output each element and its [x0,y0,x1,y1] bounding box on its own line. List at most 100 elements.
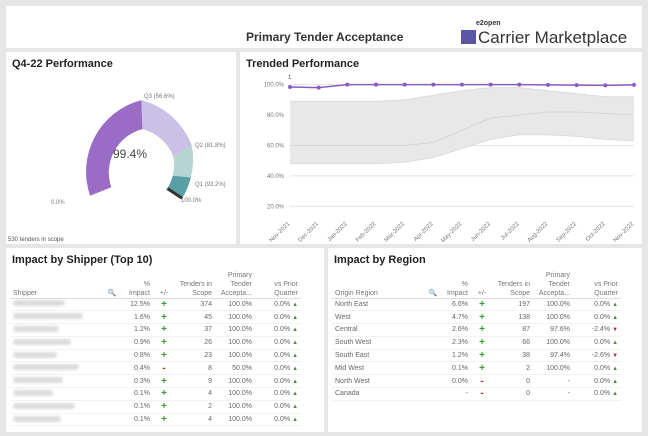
trend-chart[interactable]: 100.0% 80.0% 60.0% 40.0% 20.0% 1 Nov-2021 Dec-2… [240,52,642,244]
shipper-search-icon[interactable]: 🔍 [98,264,126,299]
col-sign[interactable]: +/- [153,264,176,299]
col-tenders[interactable]: Tenders in Scope [493,264,534,299]
y-tick-label: 100.0% [264,83,285,89]
range-band [290,87,634,164]
tenders-value: 37 [175,323,216,337]
sign-indicator: + [471,323,494,337]
table-row[interactable]: Canada - -0-0.0% ▲ [332,387,622,401]
table-row[interactable]: North West 0.0% -0-0.0% ▲ [332,374,622,389]
table-row[interactable]: West 4.7% +138 100.0% 0.0% ▲ [332,310,622,325]
carrier-marketplace-logo-icon [461,30,476,44]
table-row[interactable]: 0.4% -8 50.0% 0.0% ▲ [10,361,302,376]
tenders-value: 66 [493,336,534,350]
vs-prior-value: 0.0% [274,339,291,347]
col-acceptance[interactable]: Primary Tender Accepta... [533,264,574,299]
logo-superscript: e2open [476,20,501,27]
region-table: Origin Region 🔍 % Impact +/- Tenders in Sc… [332,264,622,401]
table-row[interactable]: South West 2.3% +66 100.0% 0.0% ▲ [332,336,622,350]
impact-value: 0.0% [444,374,472,389]
tenders-footnote: 530 tenders in scope [8,237,64,243]
tenders-value: 45 [175,310,216,325]
table-row[interactable]: 12.5% +374 100.0% 0.0% ▲ [10,298,302,312]
table-row[interactable]: 0.1% +4 100.0% 0.0% ▲ [10,387,302,401]
vs-prior-value: 0.0% [274,377,291,385]
performance-gauge[interactable]: 99.4% Q3 (56.6%) Q2 (81.8%) Q1 (93.2%) 0… [6,52,236,244]
impact-value: 2.3% [444,336,472,350]
x-tick-label: Sep-2022 [555,221,578,244]
col-acceptance[interactable]: Primary Tender Accepta... [215,264,256,299]
col-sign[interactable]: +/- [471,264,494,299]
acceptance-value: 100.0% [215,374,256,389]
vs-prior-cell: 0.0% ▲ [255,349,302,363]
trend-panel: Trended Performance 100.0% 80.0% 60.0% 40.0… [240,52,642,244]
acceptance-value: 100.0% [215,349,256,363]
table-row[interactable]: North East 6.6% +197 100.0% 0.0% ▲ [332,298,622,312]
trend-arrow-icon: ▲ [292,404,299,411]
col-impact[interactable]: % Impact [444,264,472,299]
gauge-q3-arc [141,100,192,157]
impact-value: 0.1% [126,387,154,401]
vs-prior-cell: 0.0% ▲ [255,361,302,376]
tenders-value: 0 [493,374,534,389]
table-row[interactable]: 1.6% +45 100.0% 0.0% ▲ [10,310,302,325]
series-point [488,82,493,87]
impact-value: 12.5% [126,298,154,312]
tenders-value: 26 [175,336,216,350]
acceptance-value: 100.0% [215,310,256,325]
y-tick-label: 20.0% [267,204,285,210]
acceptance-value: - [533,387,574,401]
region-search-icon[interactable]: 🔍 [422,264,444,299]
tenders-value: 4 [175,413,216,427]
sign-indicator: + [153,310,176,325]
table-row[interactable]: South East 1.2% +38 97.4% -2.6% ▼ [332,349,622,363]
x-tick-label: Mar-2022 [384,221,407,244]
col-origin-region[interactable]: Origin Region [332,264,422,299]
series-point [460,82,464,87]
trend-arrow-icon: ▲ [612,314,619,321]
table-row[interactable]: Central 2.6% +87 97.6% -2.4% ▼ [332,323,622,337]
series-point [546,82,550,87]
col-vs-prior[interactable]: vs Prior Quarter [573,264,622,299]
vs-prior-value: 0.0% [594,377,611,385]
shipper-name-redacted [10,323,126,337]
gauge-center-value: 99.4% [113,147,147,161]
table-row[interactable]: Mid West 0.1% +2 100.0% 0.0% ▲ [332,361,622,376]
x-tick-label: Feb-2022 [355,221,378,244]
shipper-name-redacted [10,310,126,325]
sign-indicator: + [153,349,176,363]
vs-prior-value: 0.0% [274,364,291,372]
tenders-value: 23 [175,349,216,363]
y-tick-label: 80.0% [267,113,285,119]
shipper-name-redacted [10,361,126,376]
acceptance-value: 100.0% [215,336,256,350]
col-shipper[interactable]: Shipper [10,264,98,299]
table-row[interactable]: 0.1% +4 100.0% 0.0% ▲ [10,413,302,427]
region-name: Mid West [332,361,444,376]
table-row[interactable]: 1.2% +37 100.0% 0.0% ▲ [10,323,302,337]
sign-indicator: + [471,349,494,363]
series-point [517,82,522,87]
sign-indicator: + [153,374,176,389]
table-row[interactable]: 0.3% +9 100.0% 0.0% ▲ [10,374,302,389]
tenders-value: 4 [175,387,216,401]
table-row[interactable]: 0.8% +23 100.0% 0.0% ▲ [10,349,302,363]
x-tick-label: Nov-2022 [613,221,636,244]
x-tick-label: Dec-2021 [297,221,320,244]
region-name: North East [332,298,444,312]
gauge-label-q1: Q1 (93.2%) [195,182,226,188]
series-point [345,82,350,87]
col-vs-prior[interactable]: vs Prior Quarter [255,264,302,299]
col-impact[interactable]: % Impact [126,264,154,299]
vs-prior-value: 0.0% [274,416,291,424]
y-tick-label: 40.0% [267,174,285,180]
col-tenders[interactable]: Tenders in Scope [175,264,216,299]
trend-arrow-icon: ▲ [612,378,619,385]
table-row[interactable]: 0.1% +2 100.0% 0.0% ▲ [10,400,302,414]
acceptance-value: 97.6% [533,323,574,337]
vs-prior-cell: 0.0% ▲ [573,387,622,401]
sign-indicator: - [153,361,176,376]
table-row[interactable]: 0.9% +26 100.0% 0.0% ▲ [10,336,302,350]
region-name: West [332,310,444,325]
sign-indicator: + [153,400,176,414]
vs-prior-cell: 0.0% ▲ [255,323,302,337]
